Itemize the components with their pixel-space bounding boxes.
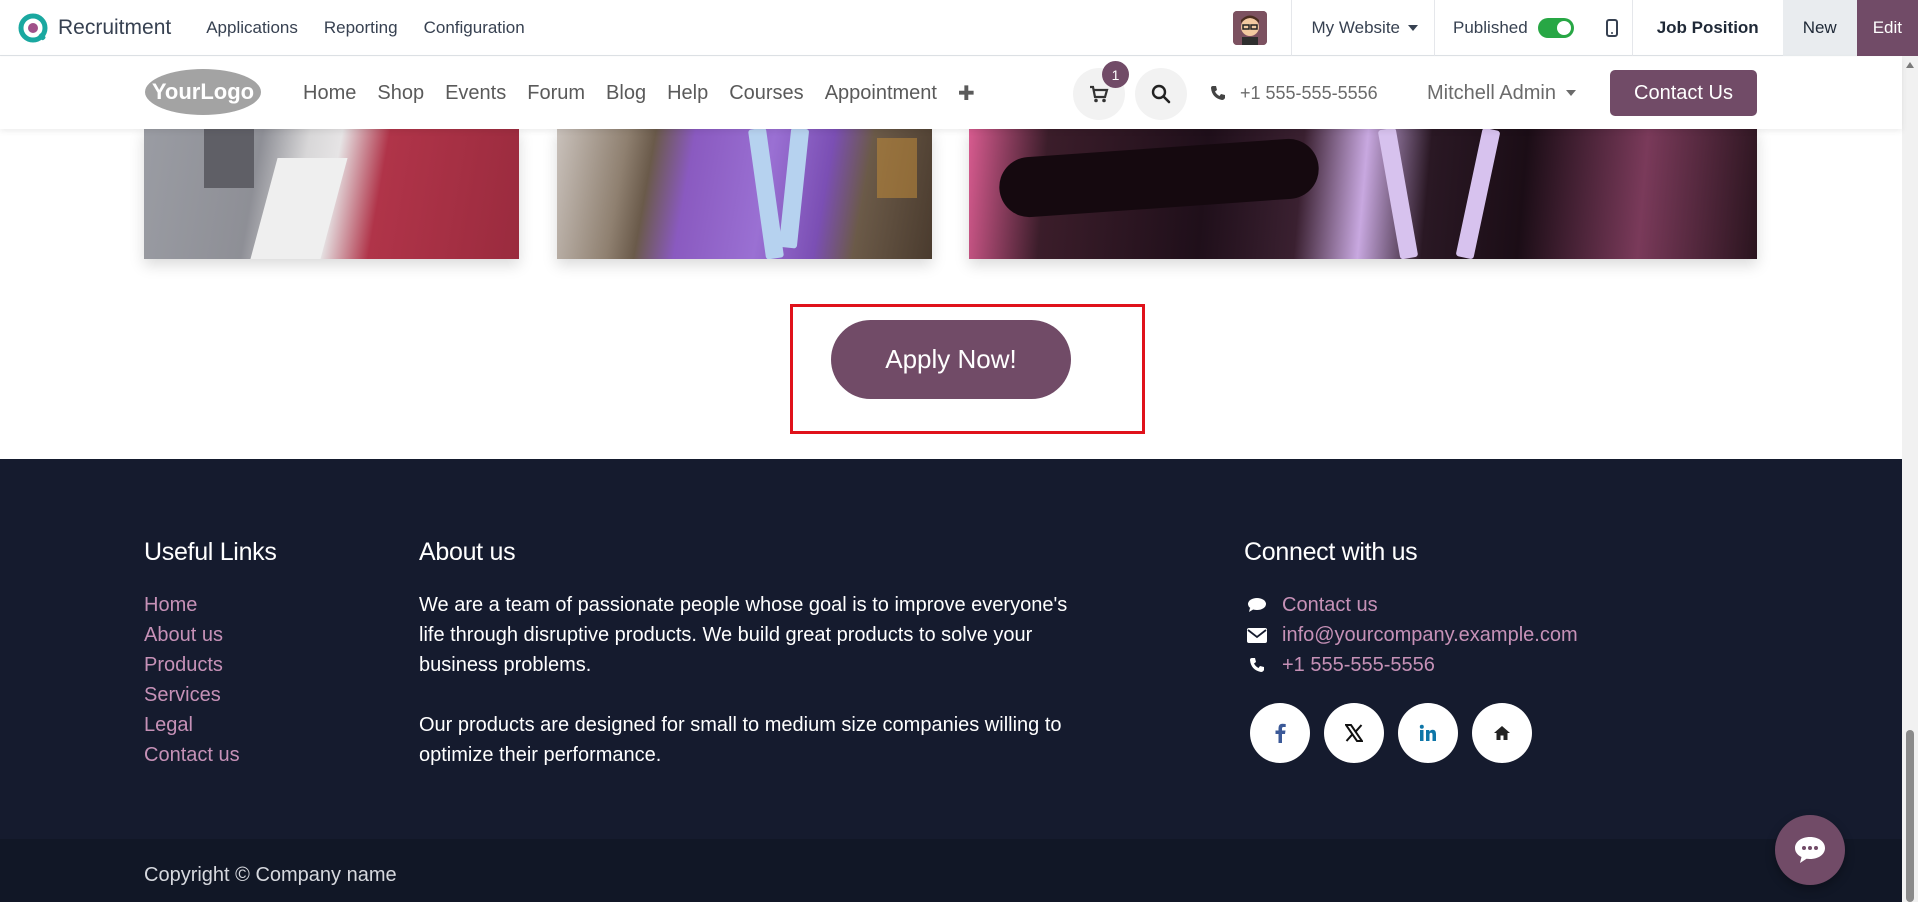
nav-help[interactable]: Help [667, 82, 708, 105]
photo-detail [1455, 128, 1501, 259]
cart-icon [1090, 85, 1109, 103]
footer-link-about-us[interactable]: About us [144, 620, 240, 650]
new-button[interactable]: New [1782, 0, 1857, 56]
useful-links-list: Home About us Products Services Legal Co… [144, 590, 240, 770]
scroll-up-arrow-icon[interactable] [1906, 62, 1914, 68]
chat-icon [1795, 837, 1825, 863]
connect-email-link[interactable]: info@yourcompany.example.com [1282, 624, 1578, 647]
nav-forum[interactable]: Forum [527, 82, 585, 105]
event-photo-2 [557, 128, 932, 259]
search-button[interactable] [1135, 68, 1187, 120]
footer-link-legal[interactable]: Legal [144, 710, 240, 740]
header-phone-number: +1 555-555-5556 [1240, 82, 1378, 103]
nav-home[interactable]: Home [303, 82, 356, 105]
user-menu[interactable]: Mitchell Admin [1427, 57, 1576, 129]
home-icon[interactable] [1472, 703, 1532, 763]
admin-menu: Applications Reporting Configuration [193, 18, 538, 38]
recruitment-app-icon[interactable] [18, 13, 48, 43]
user-name: Mitchell Admin [1427, 81, 1556, 104]
menu-applications[interactable]: Applications [193, 18, 311, 38]
facebook-icon[interactable] [1250, 703, 1310, 763]
chevron-down-icon [1565, 90, 1576, 96]
about-us-text: We are a team of passionate people whose… [419, 590, 1079, 770]
chevron-down-icon [1408, 24, 1419, 31]
envelope-icon [1246, 627, 1268, 643]
add-page-icon[interactable]: ✚ [958, 81, 975, 106]
connect-phone-link[interactable]: +1 555-555-5556 [1282, 654, 1435, 677]
phone-icon [1211, 86, 1225, 100]
photo-detail [877, 138, 917, 198]
published-label: Published [1453, 17, 1528, 37]
scrollbar-thumb[interactable] [1906, 730, 1914, 902]
about-paragraph-1: We are a team of passionate people whose… [419, 594, 1068, 676]
nav-blog[interactable]: Blog [606, 82, 646, 105]
app-title[interactable]: Recruitment [58, 16, 171, 40]
header-phone[interactable]: +1 555-555-5556 [1210, 57, 1378, 129]
linkedin-icon[interactable] [1398, 703, 1458, 763]
connect-heading: Connect with us [1244, 538, 1418, 566]
apply-now-button[interactable]: Apply Now! [831, 320, 1071, 399]
x-twitter-icon[interactable] [1324, 703, 1384, 763]
contact-us-button[interactable]: Contact Us [1610, 70, 1757, 116]
user-avatar[interactable] [1232, 10, 1267, 45]
nav-appointment[interactable]: Appointment [825, 82, 937, 105]
about-paragraph-2: Our products are designed for small to m… [419, 714, 1062, 766]
photo-detail [997, 136, 1321, 220]
mobile-preview-icon[interactable] [1592, 18, 1632, 37]
livechat-button[interactable] [1775, 815, 1845, 885]
nav-shop[interactable]: Shop [377, 82, 424, 105]
published-toggle[interactable]: Published [1435, 17, 1592, 38]
job-position-button[interactable]: Job Position [1633, 18, 1783, 38]
nav-courses[interactable]: Courses [729, 82, 803, 105]
connect-contact-link[interactable]: Contact us [1282, 594, 1378, 617]
connect-list: Contact us info@yourcompany.example.com … [1246, 590, 1578, 680]
photo-detail [204, 128, 254, 188]
footer-link-products[interactable]: Products [144, 650, 240, 680]
photo-detail [778, 128, 810, 249]
website-selector-label: My Website [1311, 17, 1401, 37]
useful-links-heading: Useful Links [144, 538, 277, 566]
odoo-admin-bar: Recruitment Applications Reporting Confi… [0, 0, 1918, 56]
event-photo-1 [144, 128, 519, 259]
connect-contact-row[interactable]: Contact us [1246, 590, 1578, 620]
website-header: YourLogo Home Shop Events Forum Blog Hel… [0, 57, 1902, 129]
event-photo-3 [969, 128, 1757, 259]
edit-button[interactable]: Edit [1856, 0, 1918, 56]
site-nav: Home Shop Events Forum Blog Help Courses… [303, 57, 996, 129]
site-logo[interactable]: YourLogo [143, 67, 263, 117]
connect-phone-row[interactable]: +1 555-555-5556 [1246, 650, 1578, 680]
nav-events[interactable]: Events [445, 82, 506, 105]
photo-detail [250, 158, 348, 259]
comment-icon [1246, 597, 1268, 613]
footer-link-home[interactable]: Home [144, 590, 240, 620]
cart-button[interactable]: 1 [1073, 61, 1129, 120]
cart-count-badge: 1 [1102, 61, 1129, 88]
footer-link-contact-us[interactable]: Contact us [144, 740, 240, 770]
photo-detail [1377, 128, 1419, 259]
website-selector[interactable]: My Website [1292, 18, 1435, 38]
about-us-heading: About us [419, 538, 516, 566]
footer-link-services[interactable]: Services [144, 680, 240, 710]
menu-configuration[interactable]: Configuration [411, 18, 538, 38]
admin-bar-right: My Website Published Job Position New Ed… [1232, 0, 1918, 56]
menu-reporting[interactable]: Reporting [311, 18, 411, 38]
phone-icon [1246, 657, 1268, 673]
connect-email-row[interactable]: info@yourcompany.example.com [1246, 620, 1578, 650]
copyright-text: Copyright © Company name [144, 864, 397, 886]
toggle-switch[interactable] [1537, 17, 1574, 38]
search-icon [1151, 84, 1171, 104]
logo-text: YourLogo [152, 79, 254, 104]
